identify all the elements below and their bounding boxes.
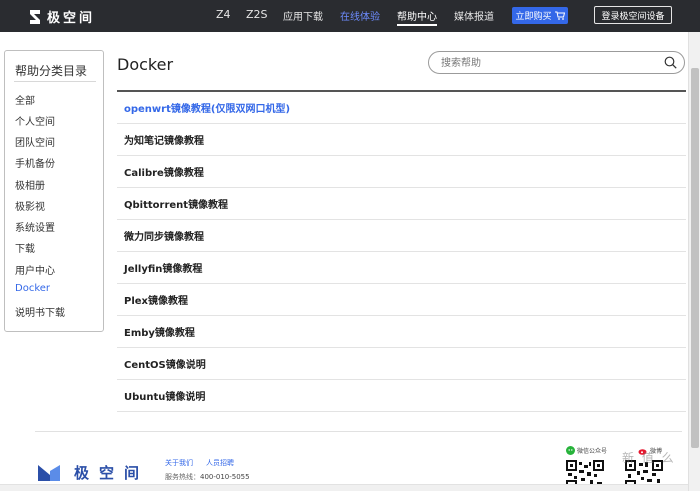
article-link-verysync[interactable]: 微力同步镜像教程 (124, 228, 204, 243)
sidebar-item-user-center[interactable]: 用户中心 (15, 262, 55, 277)
article-link-calibre[interactable]: Calibre镜像教程 (124, 164, 204, 179)
article-link-ubuntu[interactable]: Ubuntu镜像说明 (124, 388, 205, 403)
article-row: 微力同步镜像教程 (117, 220, 686, 252)
article-list: openwrt镜像教程(仅限双网口机型) 为知笔记镜像教程 Calibre镜像教… (117, 92, 686, 412)
footer-link-about[interactable]: 关于我们 (165, 458, 193, 468)
cart-icon (554, 11, 565, 20)
article-row: Plex镜像教程 (117, 284, 686, 316)
nav-item-help-center[interactable]: 帮助中心 (397, 8, 437, 26)
sidebar-item-phone-backup[interactable]: 手机备份 (15, 155, 55, 170)
scrollbar-thumb[interactable] (691, 68, 699, 448)
nav-item-online-demo[interactable]: 在线体验 (340, 8, 380, 23)
sidebar-item-system-settings[interactable]: 系统设置 (15, 219, 55, 234)
sidebar-title: 帮助分类目录 (15, 64, 88, 78)
sidebar-item-team-space[interactable]: 团队空间 (15, 134, 55, 149)
nav-item-media-reports[interactable]: 媒体报道 (454, 8, 494, 23)
article-row: 为知笔记镜像教程 (117, 124, 686, 156)
sidebar-item-video[interactable]: 极影视 (15, 198, 45, 213)
sidebar-item-manual-download[interactable]: 说明书下载 (15, 304, 65, 319)
article-row: Ubuntu镜像说明 (117, 380, 686, 412)
article-row: Emby镜像教程 (117, 316, 686, 348)
footer-brand-name: 极空间 (74, 463, 150, 482)
article-link-openwrt[interactable]: openwrt镜像教程(仅限双网口机型) (124, 100, 290, 115)
article-link-centos[interactable]: CentOS镜像说明 (124, 356, 206, 371)
wechat-label: 微信公众号 (577, 448, 608, 455)
login-device-button[interactable]: 登录极空间设备 (594, 6, 672, 24)
article-link-wiznote[interactable]: 为知笔记镜像教程 (124, 132, 204, 147)
article-row: Jellyfin镜像教程 (117, 252, 686, 284)
watermark: 新 值 么 (622, 451, 676, 465)
buy-now-button[interactable]: 立即购买 (512, 7, 568, 24)
sidebar-item-all[interactable]: 全部 (15, 92, 35, 107)
search-icon[interactable] (664, 56, 677, 69)
horizontal-scrollbar[interactable] (0, 484, 688, 491)
article-link-qbittorrent[interactable]: Qbittorrent镜像教程 (124, 196, 228, 211)
brand-logo-icon (30, 9, 40, 24)
page-title: Docker (117, 55, 174, 74)
article-link-emby[interactable]: Emby镜像教程 (124, 324, 195, 339)
article-row: Qbittorrent镜像教程 (117, 188, 686, 220)
brand-name: 极空间 (47, 11, 96, 26)
nav-item-z2s[interactable]: Z2S (246, 8, 268, 21)
nav-item-app-download[interactable]: 应用下载 (283, 8, 323, 23)
article-link-plex[interactable]: Plex镜像教程 (124, 292, 188, 307)
footer-wechat: 微信公众号 (566, 446, 607, 455)
help-search-input[interactable] (441, 56, 656, 70)
article-row: CentOS镜像说明 (117, 348, 686, 380)
help-category-sidebar: 帮助分类目录 全部 个人空间 团队空间 手机备份 极相册 极影视 系统设置 下载… (4, 50, 104, 332)
top-navbar: 极空间 Z4 Z2S 应用下载 在线体验 帮助中心 媒体报道 立即购买 登录极空… (0, 0, 700, 32)
buy-now-label: 立即购买 (515, 12, 552, 22)
nav-item-z4[interactable]: Z4 (216, 8, 231, 21)
footer-phone-label: 服务热线： (165, 473, 200, 481)
wechat-icon (566, 446, 575, 455)
footer-divider (35, 431, 682, 432)
sidebar-divider (14, 81, 96, 82)
footer-phone-number: 400-010-5055 (200, 473, 250, 481)
vertical-scrollbar[interactable] (688, 32, 700, 491)
sidebar-item-docker[interactable]: Docker (15, 283, 50, 294)
sidebar-item-personal-space[interactable]: 个人空间 (15, 113, 55, 128)
help-search-box (428, 51, 685, 74)
article-row: openwrt镜像教程(仅限双网口机型) (117, 92, 686, 124)
footer-link-jobs[interactable]: 人员招聘 (206, 458, 234, 468)
brand-logo[interactable]: 极空间 (28, 7, 95, 26)
article-link-jellyfin[interactable]: Jellyfin镜像教程 (124, 260, 202, 275)
footer-service-hotline: 服务热线：400-010-5055 (165, 472, 250, 482)
sidebar-item-download[interactable]: 下载 (15, 240, 35, 255)
footer-brand-logo[interactable]: 极空间 (36, 461, 149, 483)
footer-logo-icon (38, 465, 60, 481)
sidebar-item-photo-album[interactable]: 极相册 (15, 177, 45, 192)
article-row: Calibre镜像教程 (117, 156, 686, 188)
